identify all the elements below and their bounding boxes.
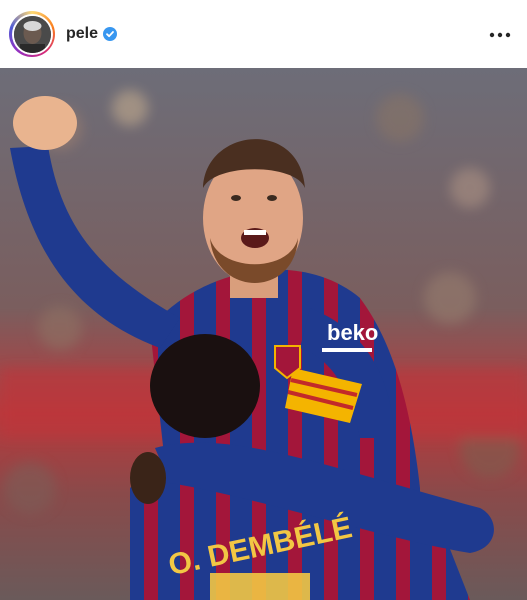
avatar[interactable] (13, 15, 51, 53)
celebration-photo: beko O. DEMBÉLÉ (0, 68, 527, 600)
username[interactable]: pele (66, 25, 98, 43)
more-options-button[interactable] (485, 21, 515, 47)
story-ring[interactable] (9, 11, 55, 57)
avatar-border (11, 13, 53, 55)
sponsor-text: beko (327, 320, 378, 345)
avatar-image (13, 15, 51, 53)
post-header: pele (0, 0, 527, 68)
post-photo[interactable]: beko O. DEMBÉLÉ (0, 68, 527, 600)
more-horizontal-icon (489, 32, 511, 38)
instagram-post: pele beko O. DEMBÉLÉ (0, 0, 527, 600)
verified-badge-icon (103, 27, 118, 41)
